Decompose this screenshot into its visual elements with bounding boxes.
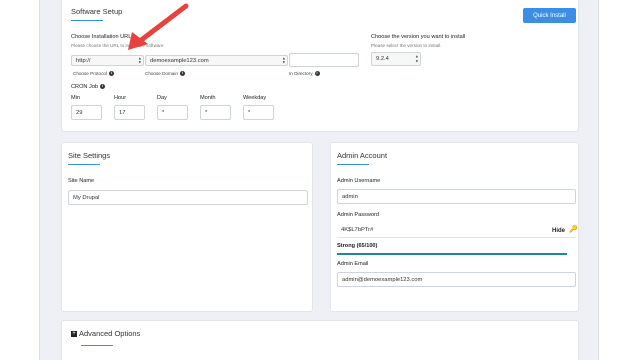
cron-weekday-input[interactable]: * [243, 105, 274, 120]
site-name-input[interactable]: My Drupal [68, 190, 308, 205]
protocol-caption: Choose Protocol i [73, 71, 114, 77]
admin-password-label: Admin Password [337, 212, 379, 218]
admin-account-title: Admin Account [337, 151, 388, 160]
cron-min-label: Min [71, 95, 81, 101]
directory-input[interactable] [289, 53, 359, 67]
install-url-subtext: Please choose the URL to install the sof… [71, 43, 164, 48]
version-label: Choose the version you want to install [371, 34, 466, 40]
site-name-label: Site Name [68, 178, 95, 184]
admin-username-input[interactable]: admin [337, 189, 576, 204]
hide-password-toggle[interactable]: Hide [552, 228, 565, 234]
version-subtext: Please select the version to install. [371, 43, 442, 48]
software-setup-title: Software Setup [71, 7, 123, 16]
key-icon[interactable]: 🔑 [569, 225, 578, 233]
protocol-select[interactable]: http:// ▴ ▾ [71, 55, 144, 66]
cron-day-input[interactable]: * [157, 105, 188, 120]
domain-caption: Choose Domain i [145, 71, 185, 77]
title-underline [81, 345, 113, 346]
password-strength-bar [337, 253, 567, 255]
plus-icon: + [71, 331, 77, 338]
admin-email-input[interactable]: admin@demoexample123.com [337, 272, 576, 287]
advanced-options-toggle[interactable]: + Advanced Options [71, 329, 140, 338]
dropdown-arrow-icon: ▴ ▾ [415, 53, 418, 63]
info-icon[interactable]: i [179, 71, 185, 77]
title-underline [337, 164, 369, 165]
install-url-label: Choose Installation URL [71, 34, 132, 40]
cron-min-input[interactable]: 29 [71, 105, 102, 120]
cron-hour-label: Hour [114, 95, 127, 101]
quick-install-button[interactable]: Quick Install [523, 8, 576, 23]
cron-month-input[interactable]: * [200, 105, 231, 120]
cron-label: CRON Job i [71, 84, 106, 90]
left-gutter [0, 0, 40, 360]
domain-value: demoexample123.com [150, 57, 209, 64]
site-settings-title: Site Settings [68, 151, 111, 160]
title-underline [71, 20, 103, 21]
site-settings-panel: Site Settings Site Name My Drupal [61, 142, 313, 312]
software-setup-panel: Software Setup Quick Install Choose Inst… [61, 0, 579, 132]
version-value: 9.2.4 [376, 56, 389, 62]
advanced-options-panel: + Advanced Options [61, 320, 579, 360]
password-strength-text: Strong (65/100) [337, 243, 378, 249]
dropdown-arrow-icon: ▴ ▾ [138, 55, 141, 65]
cron-hour-input[interactable]: 17 [114, 105, 145, 120]
cron-month-label: Month [200, 95, 216, 101]
info-icon[interactable]: i [108, 71, 114, 77]
admin-username-label: Admin Username [337, 178, 381, 184]
cron-day-label: Day [157, 95, 167, 101]
title-underline [68, 164, 100, 165]
admin-account-panel: Admin Account Admin Username admin Admin… [330, 142, 579, 312]
right-gutter [598, 0, 640, 360]
info-icon[interactable]: i [100, 84, 106, 90]
info-icon[interactable]: i [314, 71, 320, 77]
domain-select[interactable]: demoexample123.com ▴ ▾ [145, 55, 288, 66]
version-select[interactable]: 9.2.4 ▴ ▾ [371, 52, 421, 66]
dropdown-arrow-icon: ▴ ▾ [282, 55, 285, 65]
protocol-value: http:// [76, 57, 91, 64]
admin-email-label: Admin Email [337, 261, 369, 267]
cron-weekday-label: Weekday [243, 95, 267, 101]
directory-caption: In Directory i [289, 71, 320, 77]
admin-password-input[interactable]: 4K$L7bPTr# [337, 223, 576, 238]
